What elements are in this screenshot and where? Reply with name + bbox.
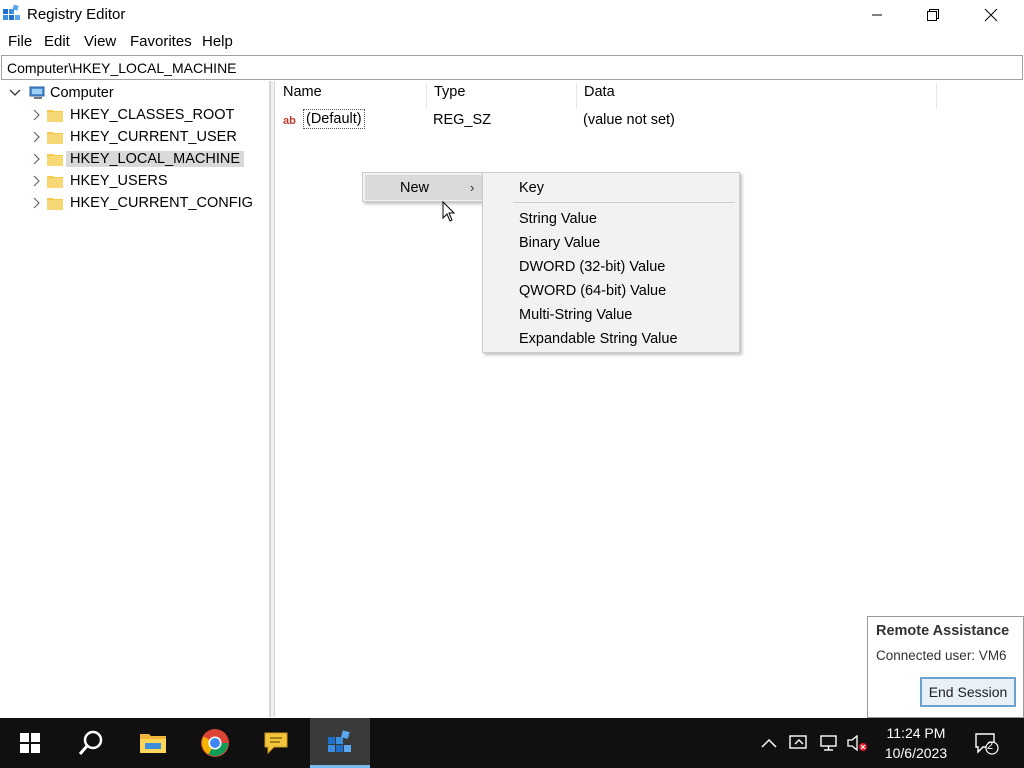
taskbar-clock[interactable]: 11:24 PM 10/6/2023: [876, 723, 956, 763]
tree-pane: Computer HKEY_CLASSES_ROOT HKEY_CURRENT_…: [0, 81, 270, 717]
submenu-arrow-icon: ›: [470, 180, 475, 195]
network-icon: [820, 735, 837, 751]
new-submenu: Key String Value Binary Value DWORD (32-…: [482, 172, 740, 353]
submenu-item-string-value[interactable]: String Value: [519, 211, 597, 227]
search-button[interactable]: [61, 718, 121, 768]
registry-icon: [328, 730, 351, 752]
chrome-button[interactable]: [185, 718, 245, 768]
menu-favorites[interactable]: Favorites: [130, 33, 192, 50]
menu-bar: File Edit View Favorites Help: [0, 30, 1024, 54]
window-title: Registry Editor: [27, 6, 126, 23]
remote-assistance-user: Connected user: VM6: [876, 648, 1007, 663]
chevron-right-icon[interactable]: [30, 131, 42, 143]
show-hidden-icons-button[interactable]: [758, 732, 780, 754]
remote-assistance-panel: Remote Assistance Connected user: VM6 En…: [867, 616, 1024, 718]
notification-count: 2: [987, 740, 994, 752]
chrome-icon: [201, 729, 229, 757]
value-data: (value not set): [583, 112, 675, 128]
menu-file[interactable]: File: [8, 33, 32, 50]
network-button[interactable]: [818, 732, 840, 754]
submenu-item-multi-string-value[interactable]: Multi-String Value: [519, 307, 632, 323]
submenu-item-key[interactable]: Key: [519, 180, 544, 196]
column-header-name[interactable]: Name: [276, 84, 427, 108]
svg-text:ab: ab: [283, 115, 296, 127]
mouse-cursor-icon: [442, 201, 456, 222]
chevron-up-icon: [761, 738, 777, 748]
chevron-down-icon[interactable]: [9, 87, 21, 99]
remote-assistance-tray-button[interactable]: [788, 732, 810, 754]
folder-icon: [47, 110, 63, 122]
volume-button[interactable]: [846, 732, 868, 754]
column-header-type[interactable]: Type: [427, 84, 577, 108]
search-icon: [78, 730, 103, 755]
folder-icon: [47, 132, 63, 144]
context-menu-new[interactable]: New ›: [365, 175, 483, 200]
file-explorer-icon: [140, 734, 166, 753]
end-session-button[interactable]: End Session: [920, 677, 1016, 707]
folder-icon: [47, 176, 63, 188]
title-bar: Registry Editor: [0, 0, 1024, 30]
tree-item-hkey-current-config[interactable]: HKEY_CURRENT_CONFIG: [0, 192, 268, 214]
address-text: Computer\HKEY_LOCAL_MACHINE: [7, 60, 237, 76]
submenu-item-dword-value[interactable]: DWORD (32-bit) Value: [519, 259, 665, 275]
chevron-right-icon[interactable]: [30, 197, 42, 209]
folder-icon: [47, 198, 63, 210]
value-type: REG_SZ: [433, 112, 492, 128]
registry-icon: [3, 5, 20, 20]
menu-help[interactable]: Help: [202, 33, 233, 50]
value-row-default[interactable]: ab (Default) REG_SZ (value not set): [276, 108, 976, 132]
chat-app-button[interactable]: [246, 718, 306, 768]
remote-assistance-title: Remote Assistance: [876, 623, 1010, 639]
tree-item-label: HKEY_USERS: [70, 173, 168, 189]
volume-muted-icon: [847, 734, 867, 752]
clock-date: 10/6/2023: [884, 745, 948, 761]
remote-assistance-icon: [789, 735, 807, 749]
clock-time: 11:24 PM: [886, 725, 946, 741]
tree-item-label: HKEY_LOCAL_MACHINE: [66, 151, 245, 167]
tree-item-hkey-current-user[interactable]: HKEY_CURRENT_USER: [0, 126, 268, 148]
chat-icon: [264, 732, 288, 755]
tree-item-hkey-classes-root[interactable]: HKEY_CLASSES_ROOT: [0, 104, 268, 126]
chevron-right-icon[interactable]: [30, 153, 42, 165]
registry-editor-taskbar-button[interactable]: [310, 718, 370, 768]
folder-icon: [47, 154, 63, 166]
context-menu: New ›: [362, 172, 486, 202]
column-header-data[interactable]: Data: [577, 84, 937, 108]
submenu-separator: [513, 202, 735, 203]
tree-item-label: HKEY_CLASSES_ROOT: [70, 107, 235, 123]
submenu-item-expandable-string-value[interactable]: Expandable String Value: [519, 331, 678, 347]
minimize-icon: [872, 14, 882, 16]
chevron-right-icon[interactable]: [30, 175, 42, 187]
value-name: (Default): [303, 109, 365, 129]
address-bar[interactable]: Computer\HKEY_LOCAL_MACHINE: [1, 55, 1023, 80]
restore-button[interactable]: [904, 0, 962, 30]
tree-root-computer[interactable]: Computer: [0, 82, 268, 104]
pane-splitter[interactable]: [270, 81, 275, 717]
context-menu-new-label: New: [400, 180, 430, 196]
minimize-button[interactable]: [848, 0, 906, 30]
action-center-button[interactable]: 2: [972, 732, 1002, 755]
start-icon: [20, 733, 40, 753]
computer-icon: [29, 86, 45, 99]
start-button[interactable]: [0, 718, 60, 768]
chevron-right-icon[interactable]: [30, 109, 42, 121]
close-button[interactable]: [962, 0, 1020, 30]
tree-item-label: HKEY_CURRENT_USER: [70, 129, 237, 145]
menu-view[interactable]: View: [84, 33, 116, 50]
tree-item-label: HKEY_CURRENT_CONFIG: [70, 195, 253, 211]
close-icon: [984, 8, 998, 22]
file-explorer-button[interactable]: [123, 718, 183, 768]
string-value-icon: ab: [282, 113, 300, 127]
taskbar: 11:24 PM 10/6/2023 2: [0, 718, 1024, 768]
restore-icon: [927, 9, 939, 21]
tree-root-label: Computer: [50, 85, 114, 101]
tree-item-hkey-users[interactable]: HKEY_USERS: [0, 170, 268, 192]
tree-item-hkey-local-machine[interactable]: HKEY_LOCAL_MACHINE: [0, 148, 268, 170]
submenu-item-qword-value[interactable]: QWORD (64-bit) Value: [519, 283, 666, 299]
submenu-item-binary-value[interactable]: Binary Value: [519, 235, 600, 251]
menu-edit[interactable]: Edit: [44, 33, 70, 50]
